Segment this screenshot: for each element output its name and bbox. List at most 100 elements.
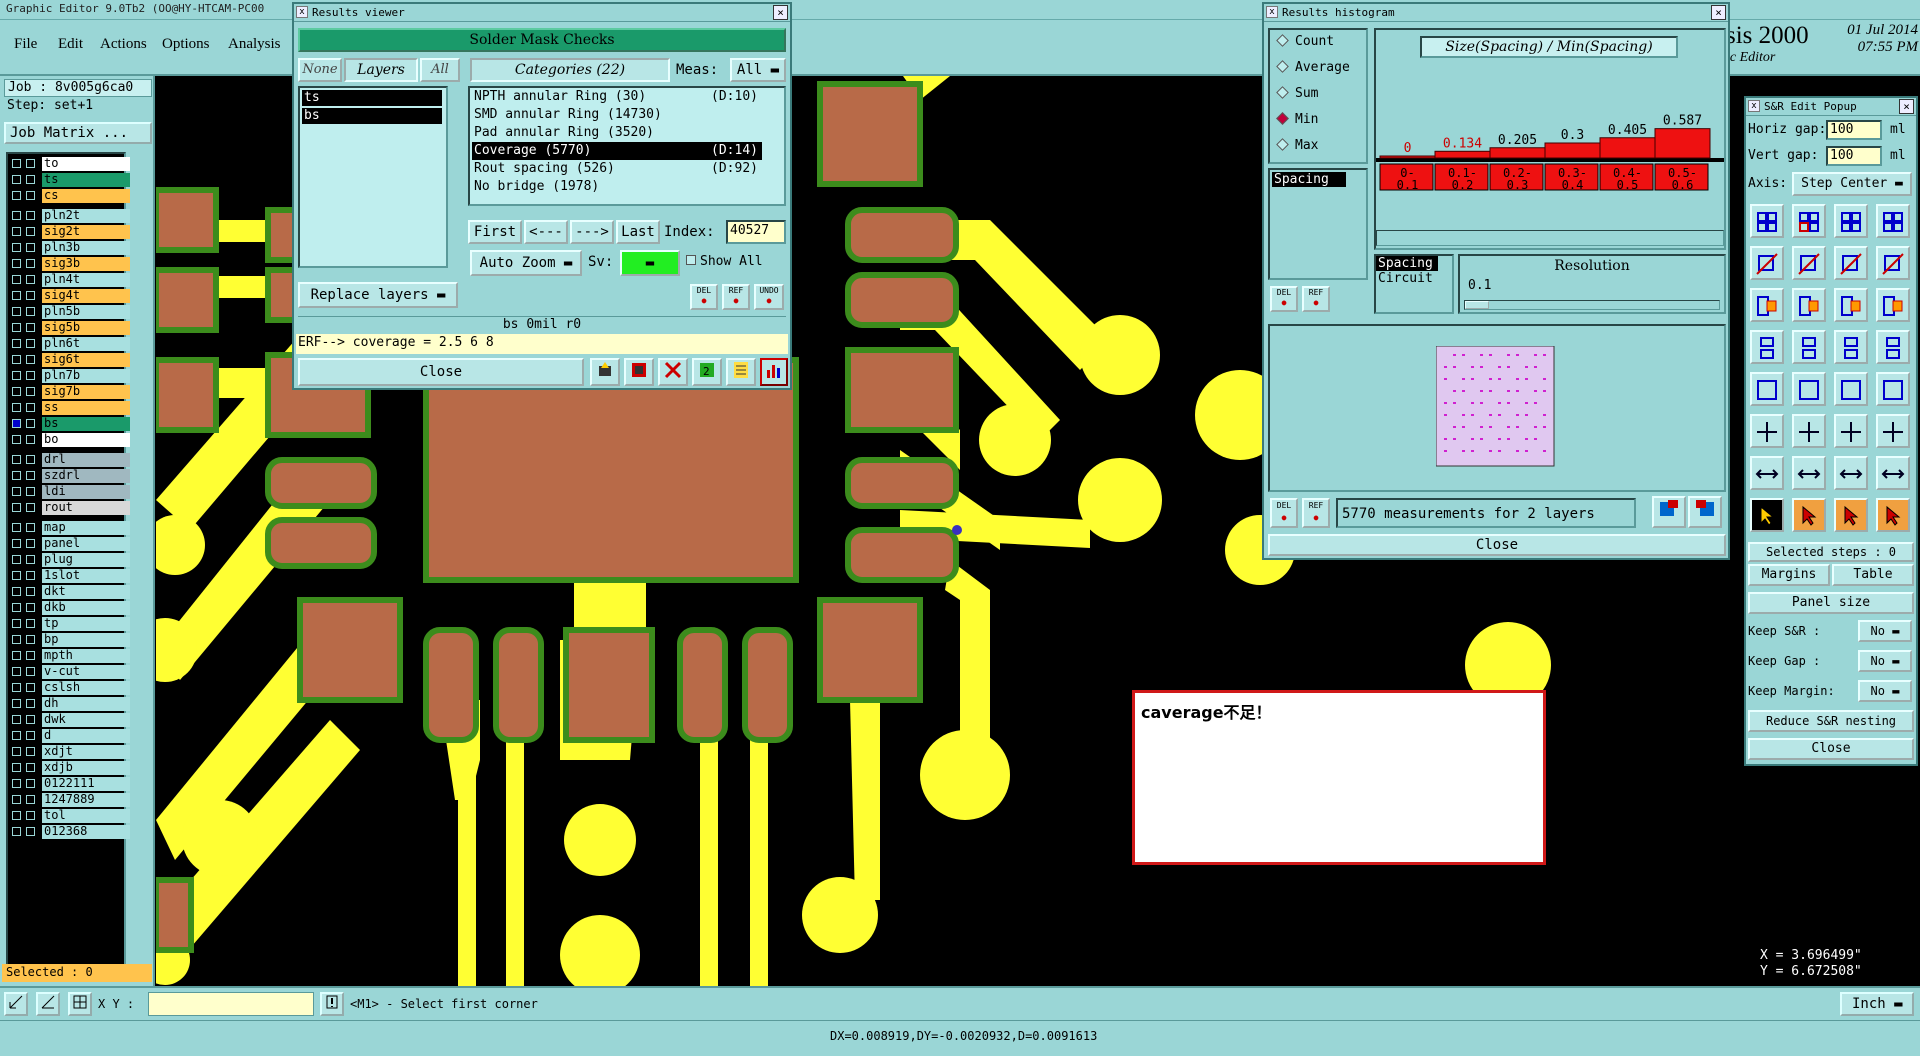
first-button[interactable]: First bbox=[468, 220, 522, 244]
horiz-gap-input[interactable]: 100 bbox=[1826, 120, 1882, 140]
menu-file[interactable]: File bbox=[14, 36, 37, 53]
sv-color-select[interactable]: ▬ bbox=[620, 250, 680, 276]
category-item[interactable]: Pad annular Ring (3520) bbox=[472, 124, 762, 142]
layer-affected-checkbox[interactable] bbox=[26, 243, 35, 252]
layer-affected-checkbox[interactable] bbox=[26, 827, 35, 836]
categories-list[interactable]: NPTH annular Ring (30) (D:10) SMD annular … bbox=[468, 86, 786, 206]
undo-button[interactable]: UNDO ● bbox=[754, 284, 784, 310]
category-item[interactable]: No bridge (1978) bbox=[472, 178, 762, 196]
arrow-left-button[interactable] bbox=[1750, 414, 1784, 448]
hist-del-button[interactable]: DEL ● bbox=[1270, 286, 1298, 312]
layer-affected-checkbox[interactable] bbox=[26, 371, 35, 380]
histogram-bar[interactable] bbox=[1434, 150, 1491, 159]
layer-affected-checkbox[interactable] bbox=[26, 307, 35, 316]
delete-step-button[interactable] bbox=[1792, 246, 1826, 280]
layer-affected-checkbox[interactable] bbox=[26, 747, 35, 756]
result-layer-item[interactable]: ts bbox=[302, 90, 442, 106]
layer-row[interactable]: pln2t bbox=[8, 208, 130, 224]
layer-checkbox[interactable] bbox=[12, 763, 21, 772]
layer-row[interactable]: pln3b bbox=[8, 240, 130, 256]
layer-row[interactable]: sig5b bbox=[8, 320, 130, 336]
tool-list-button[interactable] bbox=[726, 358, 756, 386]
measure-list-item[interactable]: Spacing bbox=[1272, 172, 1346, 187]
option-sum[interactable]: Sum bbox=[1276, 86, 1318, 101]
layer-checkbox[interactable] bbox=[12, 587, 21, 596]
option-min[interactable]: Min bbox=[1276, 112, 1318, 127]
measure-button[interactable] bbox=[36, 992, 60, 1016]
zoom-area-button[interactable] bbox=[4, 992, 28, 1016]
layer-row[interactable]: to bbox=[8, 156, 130, 172]
info-button[interactable] bbox=[320, 992, 344, 1016]
job-matrix-button[interactable]: Job Matrix ... bbox=[4, 122, 152, 144]
layer-row[interactable]: 0122111 bbox=[8, 776, 130, 792]
import-button[interactable] bbox=[1688, 496, 1722, 528]
layer-checkbox[interactable] bbox=[12, 275, 21, 284]
layer-affected-checkbox[interactable] bbox=[26, 387, 35, 396]
layer-affected-checkbox[interactable] bbox=[26, 683, 35, 692]
layer-checkbox[interactable] bbox=[12, 355, 21, 364]
layer-row[interactable]: drl bbox=[8, 452, 130, 468]
layer-checkbox[interactable] bbox=[12, 403, 21, 412]
last-button[interactable]: Last bbox=[616, 220, 660, 244]
layers-list[interactable]: ts bs bbox=[298, 86, 448, 268]
histogram-bar[interactable] bbox=[1379, 155, 1436, 159]
grid-button[interactable] bbox=[68, 992, 92, 1016]
align-top-button[interactable] bbox=[1876, 288, 1910, 322]
window-menu-icon[interactable]: x bbox=[1748, 100, 1760, 112]
tab-none[interactable]: None bbox=[298, 58, 342, 82]
layer-checkbox[interactable] bbox=[12, 307, 21, 316]
layer-checkbox[interactable] bbox=[12, 339, 21, 348]
preview-del-button[interactable]: DEL ● bbox=[1270, 498, 1298, 528]
layer-row[interactable]: tp bbox=[8, 616, 130, 632]
panel-size-button[interactable]: Panel size bbox=[1748, 592, 1914, 614]
measure-list[interactable]: Spacing bbox=[1268, 168, 1368, 280]
layer-checkbox[interactable] bbox=[12, 715, 21, 724]
layer-row[interactable]: sig2t bbox=[8, 224, 130, 240]
layer-checkbox[interactable] bbox=[12, 747, 21, 756]
align-center-button[interactable] bbox=[1792, 288, 1826, 322]
layer-affected-checkbox[interactable] bbox=[26, 211, 35, 220]
tool-run-button[interactable] bbox=[590, 358, 620, 386]
layer-affected-checkbox[interactable] bbox=[26, 435, 35, 444]
layer-list[interactable]: to ts cs pln2t sig2t pln3b sig3b pln4t sig4t pln5… bbox=[6, 152, 130, 982]
array-3x3-button[interactable] bbox=[1876, 204, 1910, 238]
layer-row[interactable]: pln4t bbox=[8, 272, 130, 288]
keep-margin-select[interactable]: No ▬ bbox=[1858, 680, 1912, 702]
layer-affected-checkbox[interactable] bbox=[26, 699, 35, 708]
xy-input[interactable] bbox=[148, 992, 314, 1016]
layer-row[interactable]: ldi bbox=[8, 484, 130, 500]
menu-actions[interactable]: Actions bbox=[100, 36, 147, 53]
space-v-button[interactable] bbox=[1792, 456, 1826, 490]
layer-checkbox[interactable] bbox=[12, 455, 21, 464]
layer-checkbox[interactable] bbox=[12, 795, 21, 804]
export-button[interactable] bbox=[1652, 496, 1686, 528]
layer-checkbox[interactable] bbox=[12, 419, 21, 428]
query-2-button[interactable] bbox=[1834, 498, 1868, 532]
layer-row[interactable]: cslsh bbox=[8, 680, 130, 696]
query-3-button[interactable] bbox=[1876, 498, 1910, 532]
layer-affected-checkbox[interactable] bbox=[26, 587, 35, 596]
replace-layers-select[interactable]: Replace layers ▬ bbox=[298, 282, 458, 308]
ref-button[interactable]: REF ● bbox=[722, 284, 750, 310]
layer-affected-checkbox[interactable] bbox=[26, 795, 35, 804]
layer-affected-checkbox[interactable] bbox=[26, 779, 35, 788]
option-max[interactable]: Max bbox=[1276, 138, 1318, 153]
layer-checkbox[interactable] bbox=[12, 291, 21, 300]
query-1-button[interactable] bbox=[1792, 498, 1826, 532]
layer-checkbox[interactable] bbox=[12, 827, 21, 836]
layer-affected-checkbox[interactable] bbox=[26, 571, 35, 580]
distribute-v-button[interactable] bbox=[1792, 372, 1826, 406]
result-layer-item[interactable]: bs bbox=[302, 108, 442, 124]
category-item[interactable]: Rout spacing (526) (D:92) bbox=[472, 160, 762, 178]
layer-affected-checkbox[interactable] bbox=[26, 651, 35, 660]
menu-edit[interactable]: Edit bbox=[58, 36, 83, 53]
arrow-down-button[interactable] bbox=[1876, 414, 1910, 448]
array-3x2-button[interactable] bbox=[1834, 204, 1868, 238]
layer-checkbox[interactable] bbox=[12, 227, 21, 236]
layer-row[interactable]: bs bbox=[8, 416, 130, 432]
layer-row[interactable]: map bbox=[8, 520, 130, 536]
rotate-step-button[interactable] bbox=[1834, 246, 1868, 280]
layer-checkbox[interactable] bbox=[12, 667, 21, 676]
option-count[interactable]: Count bbox=[1276, 34, 1334, 49]
array-2x2-button[interactable] bbox=[1750, 204, 1784, 238]
